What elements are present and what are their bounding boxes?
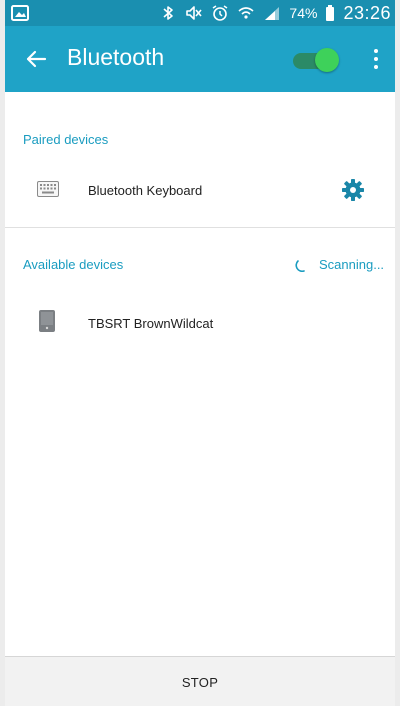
- scanning-status: Scanning...: [319, 257, 385, 272]
- signal-icon: [263, 4, 281, 22]
- bottom-bar: STOP: [5, 656, 395, 706]
- scanning-indicator: Scanning...: [295, 257, 384, 272]
- paired-device-name: Bluetooth Keyboard: [88, 183, 203, 198]
- available-device-row[interactable]: TBSRT BrownWildcat: [5, 296, 395, 348]
- back-arrow-icon[interactable]: [23, 46, 49, 72]
- bluetooth-settings-screen: 74% 23:26 Bluetooth Paired devices Bluet…: [5, 0, 395, 706]
- bluetooth-icon: [159, 4, 177, 22]
- battery-icon: [325, 4, 335, 22]
- more-options-icon[interactable]: [371, 49, 381, 71]
- phone-icon: [39, 310, 55, 337]
- image-icon: [11, 5, 29, 21]
- section-divider: [5, 227, 395, 228]
- page-title: Bluetooth: [67, 44, 165, 70]
- alarm-icon: [211, 4, 229, 22]
- paired-devices-header: Paired devices: [23, 132, 109, 147]
- mute-icon: [185, 4, 203, 22]
- toggle-knob: [315, 48, 339, 72]
- clock: 23:26: [343, 2, 391, 23]
- available-devices-header: Available devices: [23, 257, 124, 272]
- settings-gear-icon[interactable]: [341, 178, 365, 207]
- status-bar: 74% 23:26: [5, 0, 395, 26]
- bluetooth-toggle[interactable]: [293, 48, 339, 72]
- available-device-name: TBSRT BrownWildcat: [88, 316, 214, 331]
- battery-percent: 74%: [289, 5, 318, 21]
- stop-button[interactable]: STOP: [182, 675, 218, 690]
- paired-device-row[interactable]: Bluetooth Keyboard: [5, 164, 395, 216]
- spinner-icon: [295, 258, 309, 272]
- keyboard-icon: [37, 181, 59, 202]
- app-bar: Bluetooth: [5, 26, 395, 92]
- status-icons: 74% 23:26: [159, 0, 391, 26]
- wifi-icon: [237, 4, 255, 22]
